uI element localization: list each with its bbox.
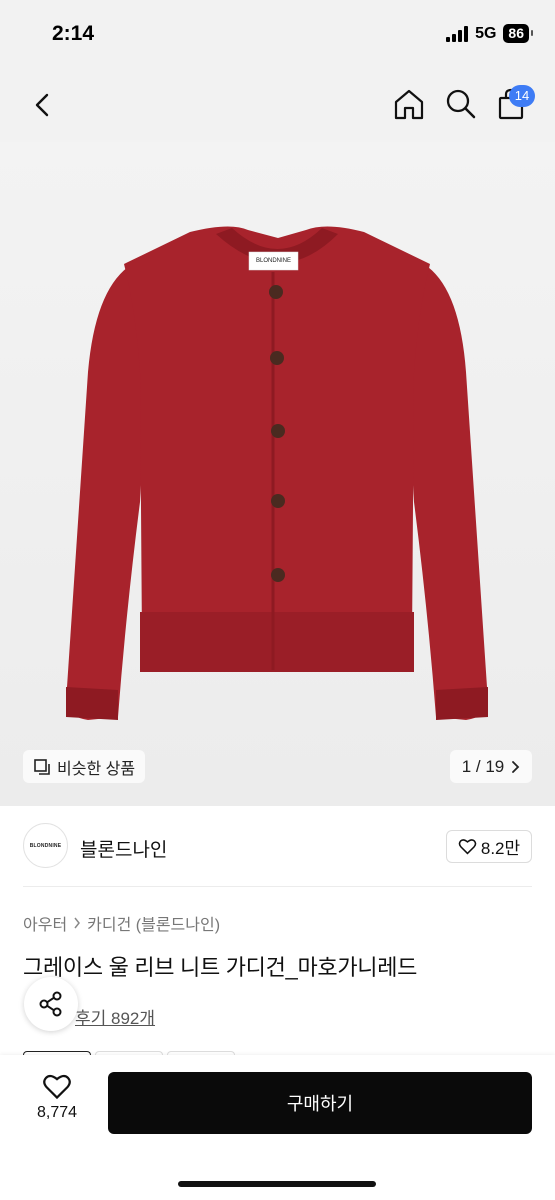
status-bar: 2:14 5G 86 <box>0 0 555 68</box>
brand-row[interactable]: BLONDNINE 블론드나인 8.2만 <box>0 806 555 886</box>
brand-logo[interactable]: BLONDNINE <box>23 823 68 868</box>
chevron-left-icon <box>35 93 49 117</box>
home-button[interactable] <box>390 85 428 123</box>
share-icon <box>39 991 62 1017</box>
cardigan-image <box>66 226 488 720</box>
cart-count-badge: 14 <box>509 85 535 107</box>
brand-like-button[interactable]: 8.2만 <box>446 830 532 863</box>
heart-icon <box>458 839 477 855</box>
home-icon <box>394 89 424 120</box>
chevron-right-icon <box>512 760 520 773</box>
similar-products-label: 비슷한 상품 <box>57 760 136 778</box>
breadcrumb-item-cardigan[interactable]: 카디건 (블론드나인) <box>87 911 220 935</box>
share-button[interactable] <box>24 977 78 1031</box>
product-image-gallery[interactable]: BLONDNINE <box>0 142 555 806</box>
copy-icon <box>34 758 50 775</box>
home-indicator <box>178 1181 376 1187</box>
wishlist-button[interactable]: 8,774 <box>24 1073 90 1135</box>
search-icon <box>446 89 476 119</box>
status-time: 2:14 <box>52 22 95 45</box>
bottom-action-bar: 8,774 구매하기 <box>0 1055 555 1200</box>
signal-icon <box>446 25 469 42</box>
back-button[interactable] <box>26 88 60 122</box>
image-pager[interactable]: 1 / 19 <box>450 750 532 783</box>
chevron-right-icon <box>74 917 81 929</box>
brand-like-count: 8.2만 <box>480 839 521 858</box>
breadcrumb-item-outer[interactable]: 아우터 <box>23 911 67 935</box>
buy-button[interactable]: 구매하기 <box>108 1072 532 1134</box>
review-link[interactable]: 후기 892개 <box>75 1004 155 1029</box>
network-type: 5G <box>475 24 497 42</box>
similar-products-button[interactable]: 비슷한 상품 <box>23 750 146 783</box>
nav-bar <box>0 68 555 142</box>
battery-icon: 86 <box>503 24 533 43</box>
breadcrumb: 아우터 카디건 (블론드나인) <box>23 911 220 935</box>
brand-label-tag: BLONDNINE <box>255 258 291 264</box>
heart-icon <box>43 1074 71 1100</box>
brand-name[interactable]: 블론드나인 <box>80 835 167 862</box>
search-button[interactable] <box>442 85 480 123</box>
status-indicators: 5G 86 <box>446 24 533 43</box>
divider <box>23 886 532 887</box>
pager-text: 1 / 19 <box>461 756 505 776</box>
product-title: 그레이스 울 리브 니트 가디건_마호가니레드 <box>23 955 418 980</box>
wishlist-count: 8,774 <box>36 1104 78 1121</box>
